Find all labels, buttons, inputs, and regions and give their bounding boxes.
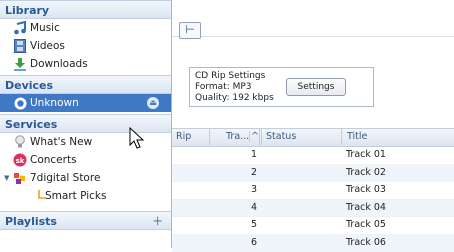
track-number: 2: [210, 165, 257, 181]
songkick-icon: sk: [13, 153, 27, 167]
sidebar-item-whats-new-label: What's New: [30, 136, 92, 148]
music-note-icon: [13, 21, 27, 35]
settings-button[interactable]: Settings: [286, 78, 346, 96]
track-title: Track 05: [346, 217, 454, 233]
sidebar-item-smart-picks[interactable]: Smart Picks: [0, 187, 171, 205]
column-status[interactable]: Status: [262, 129, 342, 145]
sidebar: Library Music Videos Downloads Devices U…: [0, 0, 172, 248]
main-pane: ⊢ CD Rip Settings Format: MP3 Quality: 1…: [172, 0, 454, 248]
section-library-label: Library: [5, 4, 49, 17]
track-title: Track 04: [346, 200, 454, 216]
sidebar-item-concerts[interactable]: sk Concerts: [0, 151, 171, 169]
tree-view-icon[interactable]: ⊢: [179, 22, 201, 39]
7digital-icon: [13, 171, 27, 185]
svg-text:sk: sk: [16, 157, 25, 165]
track-title: Track 03: [346, 182, 454, 198]
table-row[interactable]: 5 Track 05: [172, 217, 454, 235]
table-row[interactable]: 4 Track 04: [172, 200, 454, 218]
track-number: 4: [210, 200, 257, 216]
track-title: Track 02: [346, 165, 454, 181]
download-arrow-icon: [13, 57, 27, 71]
sidebar-item-7digital-label: 7digital Store: [30, 172, 100, 184]
sidebar-item-videos-label: Videos: [30, 40, 65, 52]
table-row[interactable]: 3 Track 03: [172, 182, 454, 200]
sidebar-item-smart-picks-label: Smart Picks: [45, 190, 106, 202]
section-library[interactable]: Library: [0, 0, 171, 19]
sort-ascending-icon: ^: [247, 129, 260, 145]
add-playlist-button[interactable]: +: [152, 212, 163, 231]
sidebar-item-concerts-label: Concerts: [30, 154, 77, 166]
column-track[interactable]: Tra... ^: [210, 129, 262, 145]
section-devices-label: Devices: [5, 79, 53, 92]
section-playlists[interactable]: Playlists +: [0, 211, 171, 230]
track-number: 3: [210, 182, 257, 198]
sub-arrow-icon: [35, 189, 49, 203]
sidebar-item-unknown-device[interactable]: Unknown ⏏: [0, 94, 171, 112]
table-row[interactable]: 2 Track 02: [172, 165, 454, 183]
toolbar: ⊢: [172, 0, 454, 37]
sidebar-item-unknown-label: Unknown: [30, 97, 79, 109]
sidebar-item-music-label: Music: [30, 22, 60, 34]
track-number: 5: [210, 217, 257, 233]
sidebar-item-downloads[interactable]: Downloads: [0, 55, 171, 73]
section-playlists-label: Playlists: [5, 215, 57, 228]
device-icon: [13, 96, 27, 110]
track-number: 6: [210, 235, 257, 251]
sidebar-item-music[interactable]: Music: [0, 19, 171, 37]
eject-icon[interactable]: ⏏: [147, 97, 159, 109]
table-row[interactable]: 6 Track 06: [172, 235, 454, 252]
table-header: Rip Tra... ^ Status Title: [172, 128, 454, 147]
film-icon: [13, 39, 27, 53]
sidebar-item-7digital-store[interactable]: ▼ 7digital Store: [0, 169, 171, 187]
section-services-label: Services: [5, 118, 57, 131]
lightbulb-icon: [13, 135, 27, 149]
sidebar-item-downloads-label: Downloads: [30, 58, 88, 70]
mouse-cursor-icon: [129, 127, 149, 151]
cd-rip-settings-panel: CD Rip Settings Format: MP3 Quality: 192…: [189, 67, 374, 107]
section-devices[interactable]: Devices: [0, 75, 171, 94]
column-rip[interactable]: Rip: [172, 129, 210, 145]
table-row[interactable]: 1 Track 01: [172, 147, 454, 165]
track-table: Rip Tra... ^ Status Title 1 Track 01 2 T…: [172, 128, 454, 252]
column-title[interactable]: Title: [342, 129, 454, 145]
track-number: 1: [210, 147, 257, 163]
track-title: Track 06: [346, 235, 454, 251]
track-title: Track 01: [346, 147, 454, 163]
sidebar-item-videos[interactable]: Videos: [0, 37, 171, 55]
expand-arrow-icon[interactable]: ▼: [4, 169, 9, 187]
column-track-label: Tra...: [222, 131, 250, 142]
